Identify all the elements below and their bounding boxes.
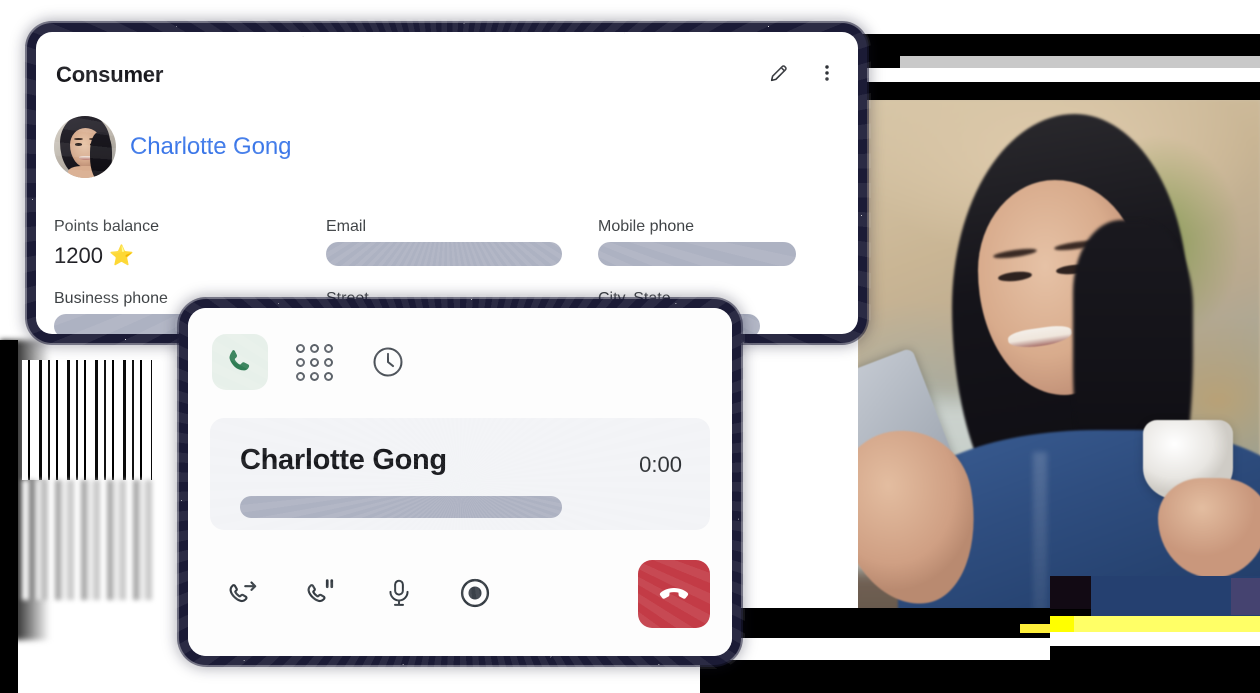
redacted-number-bar (240, 496, 562, 518)
call-controls (188, 560, 732, 630)
artifact-band-black (1050, 646, 1260, 693)
active-call-card: Charlotte Gong 0:00 (210, 418, 710, 530)
field-row: Points balance 1200 ⭐ Email Mobile phone (54, 218, 844, 270)
end-call-icon (659, 587, 689, 599)
points-balance-value: 1200 (54, 243, 103, 268)
artifact-band-yellow (1050, 616, 1074, 632)
consumer-identity: Charlotte Gong (54, 116, 291, 178)
transfer-call-icon[interactable] (220, 570, 266, 616)
artifact-band-top-grey (900, 56, 1260, 68)
active-call-name: Charlotte Gong (240, 444, 447, 476)
field-label: Points balance (54, 218, 159, 235)
field-points-balance: Points balance 1200 ⭐ (54, 218, 290, 270)
field-label: City, State (598, 290, 671, 307)
keypad-icon (295, 343, 333, 381)
consumer-card: Consumer Charlotte Gong Points balance 1… (23, 19, 871, 347)
artifact-band-yellow-2 (1074, 616, 1260, 632)
microphone-icon[interactable] (376, 570, 422, 616)
tab-recent[interactable] (360, 334, 416, 390)
redacted-value-bar[interactable] (326, 242, 562, 266)
field-label: Mobile phone (598, 218, 695, 235)
record-icon[interactable] (452, 570, 498, 616)
artifact-band-purple (1231, 578, 1260, 615)
artifact-left-black-edge (0, 340, 18, 693)
consumer-name-link[interactable]: Charlotte Gong (130, 133, 291, 161)
hero-photo (858, 100, 1260, 615)
dialer-panel: Charlotte Gong 0:00 (175, 295, 745, 669)
field-value: 1200 ⭐ (54, 242, 290, 270)
tab-call[interactable] (212, 334, 268, 390)
avatar (54, 116, 116, 178)
field-email: Email (326, 218, 562, 270)
dialer-tabs (212, 334, 416, 390)
photo-shirt-fold (1033, 452, 1047, 615)
field-label: Street (326, 290, 369, 307)
artifact-band-dark (1050, 576, 1091, 609)
redacted-value-bar[interactable] (598, 242, 796, 266)
edit-icon[interactable] (766, 60, 792, 86)
star-icon: ⭐ (108, 245, 134, 267)
clock-icon (373, 347, 403, 377)
tab-keypad[interactable] (286, 334, 342, 390)
end-call-button[interactable] (638, 560, 710, 628)
artifact-band-top-black-2 (860, 82, 1260, 100)
artifact-band-top-white-2 (860, 68, 1260, 82)
hold-call-icon[interactable] (298, 570, 344, 616)
artifact-barcode-bottom (22, 480, 152, 600)
page-title: Consumer (56, 62, 164, 87)
more-options-icon[interactable] (814, 60, 840, 86)
artifact-band-white (1050, 632, 1260, 646)
card-header-actions (766, 60, 840, 86)
artifact-band-top-white (860, 0, 1260, 34)
screenshot-stage: Consumer Charlotte Gong Points balance 1… (0, 0, 1260, 693)
call-duration: 0:00 (639, 452, 682, 477)
artifact-barcode-top (22, 360, 152, 480)
field-label: Email (326, 218, 367, 235)
field-label: Business phone (54, 290, 168, 307)
field-mobile-phone: Mobile phone (598, 218, 834, 270)
